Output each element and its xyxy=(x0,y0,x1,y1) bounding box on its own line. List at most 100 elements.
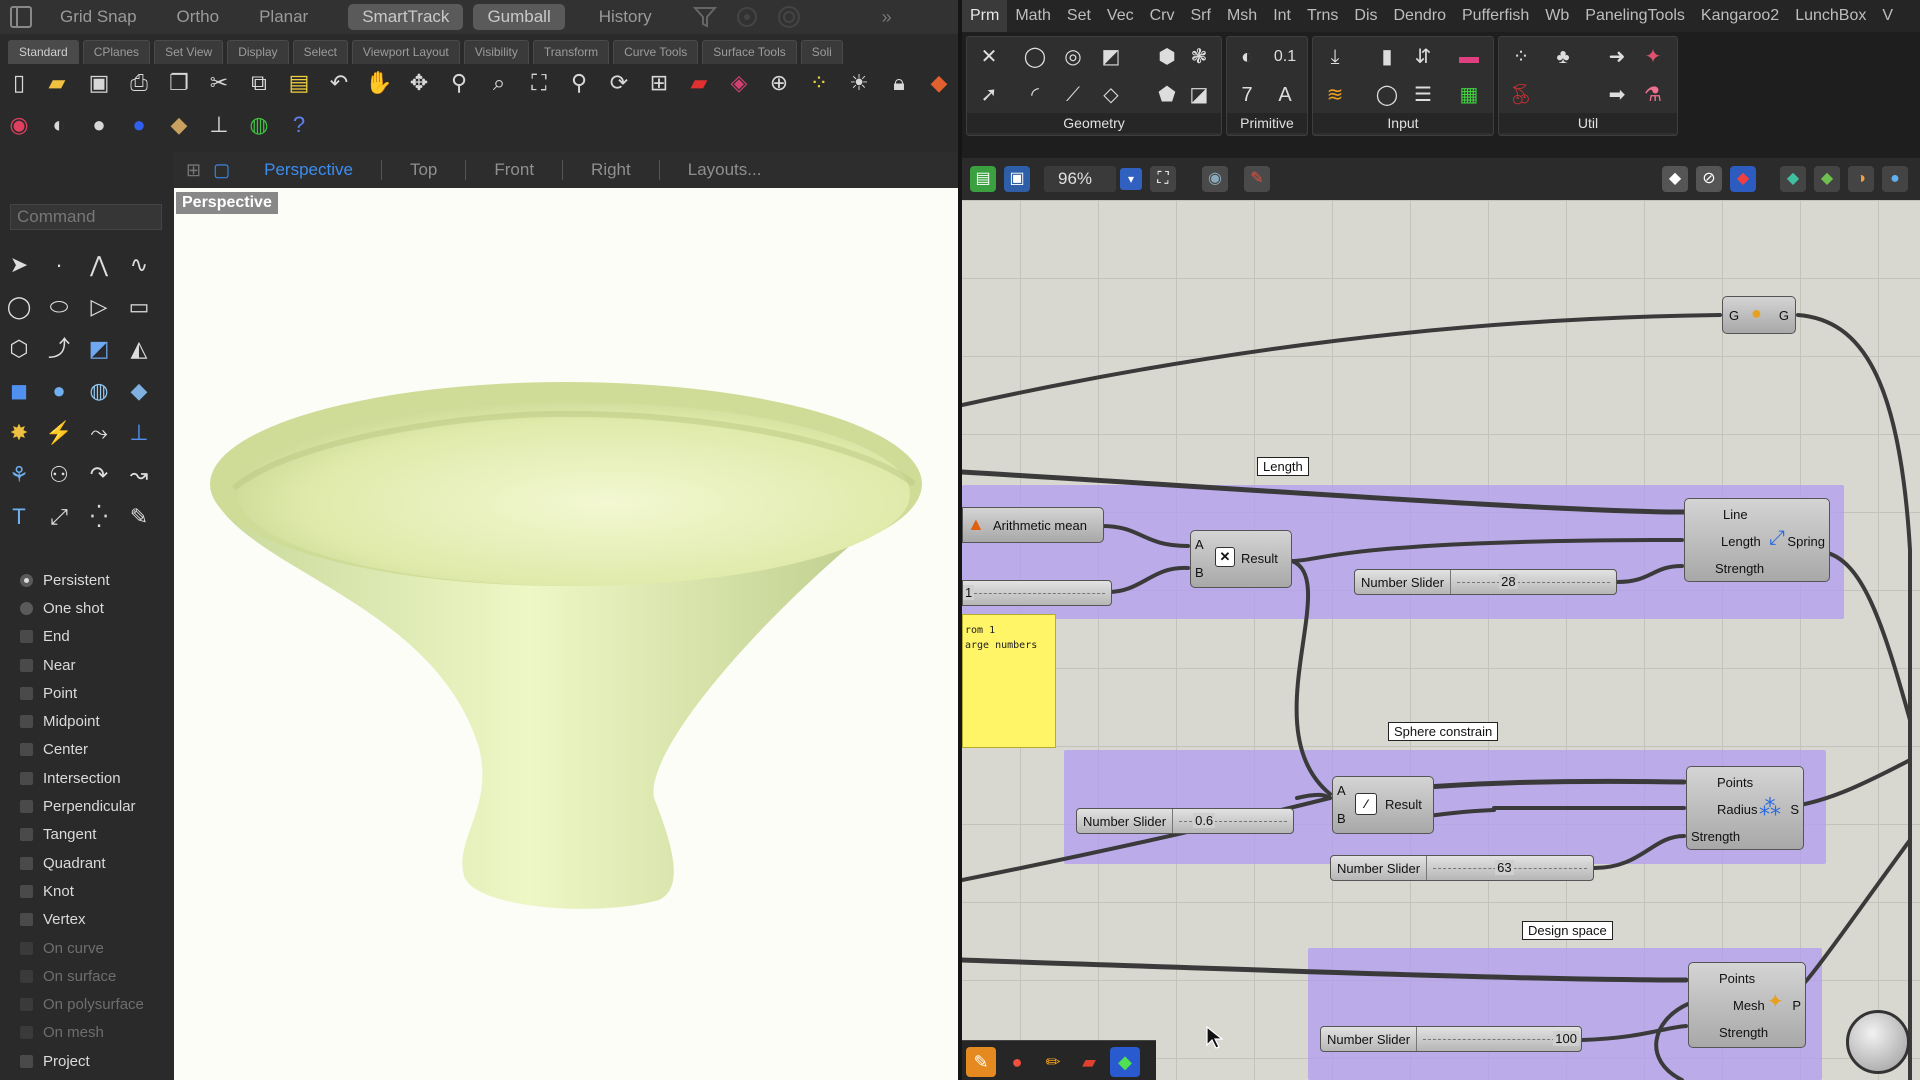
brep-param-icon[interactable]: ⬢ xyxy=(1153,43,1181,71)
viewport-layout-icon[interactable]: ⊞ xyxy=(644,68,674,98)
tab-set-view[interactable]: Set View xyxy=(154,40,224,64)
rotate-view-icon[interactable]: ✥ xyxy=(404,68,434,98)
onmesh-input-mesh[interactable]: Mesh xyxy=(1733,998,1765,1013)
number-param-icon[interactable]: 0.1 xyxy=(1271,43,1299,71)
multiplication-component[interactable]: A B ✕ Result xyxy=(1190,530,1292,588)
panel-toggle-icon[interactable] xyxy=(10,6,32,28)
arc-icon[interactable]: ⬡ xyxy=(4,334,34,364)
toggle-icon[interactable]: ▮ xyxy=(1373,43,1401,71)
value-list-icon[interactable]: ☰ xyxy=(1409,81,1437,109)
osnap-perpendicular[interactable]: Perpendicular xyxy=(20,792,174,820)
osnap-vertex[interactable]: Vertex xyxy=(20,906,174,934)
onmesh-input-points[interactable]: Points xyxy=(1719,971,1755,986)
filter-icon[interactable] xyxy=(692,4,718,30)
paste-icon[interactable]: ▤ xyxy=(284,68,314,98)
vector-param-icon[interactable]: ➚ xyxy=(975,81,1003,109)
flask-icon[interactable]: ⚗ xyxy=(1639,81,1667,109)
smarttrack-toggle[interactable]: SmartTrack xyxy=(348,4,464,30)
zoom-all-icon[interactable]: ⟳ xyxy=(604,68,634,98)
tab-layouts[interactable]: Layouts... xyxy=(660,160,790,180)
osnap-knot[interactable]: Knot xyxy=(20,877,174,905)
tab-lunchbox[interactable]: LunchBox xyxy=(1787,7,1874,25)
preview-shaded-icon[interactable]: ◆ xyxy=(1730,166,1756,192)
pan-hand-icon[interactable]: ✋ xyxy=(364,68,394,98)
ortho-toggle[interactable]: Ortho xyxy=(177,7,220,27)
tab-prm[interactable]: Prm xyxy=(962,0,1008,32)
tab-dis[interactable]: Dis xyxy=(1346,7,1385,25)
save-icon[interactable]: ▣ xyxy=(84,68,114,98)
arithmetic-mean-component[interactable]: ▲ Arithmetic mean xyxy=(962,507,1104,543)
relay-icon[interactable]: ➜ xyxy=(1603,43,1631,71)
surface-param-icon[interactable]: ◩ xyxy=(1097,43,1125,71)
tab-math[interactable]: Math xyxy=(1007,7,1059,25)
knob-icon[interactable]: ◯ xyxy=(1373,81,1401,109)
gh-canvas[interactable]: Length Sphere constrain Design space G ●… xyxy=(962,200,1920,1080)
tab-dendro[interactable]: Dendro xyxy=(1386,7,1454,25)
text-param-icon[interactable]: A xyxy=(1271,81,1299,109)
dimension-icon[interactable]: ⤢ xyxy=(44,502,74,532)
polyline-icon[interactable]: ⋀ xyxy=(84,250,114,280)
tab-vec[interactable]: Vec xyxy=(1099,7,1142,25)
tab-viewport-layout[interactable]: Viewport Layout xyxy=(351,40,460,64)
spring-input-strength[interactable]: Strength xyxy=(1715,561,1764,576)
viewport-maximize-icon[interactable]: ▢ xyxy=(213,160,236,181)
loft-icon[interactable]: ◭ xyxy=(124,334,154,364)
render-icon[interactable]: ◆ xyxy=(164,110,194,140)
ribbon-label-input[interactable]: Input xyxy=(1313,113,1493,133)
preview-wire-icon[interactable]: ◆ xyxy=(1662,166,1688,192)
ribbon-label-geometry[interactable]: Geometry xyxy=(967,113,1221,133)
trim-icon[interactable]: ⤳ xyxy=(84,418,114,448)
group-label-sphere[interactable]: Sphere constrain xyxy=(1388,722,1499,741)
color-wheel-icon[interactable]: ◉ xyxy=(4,110,34,140)
sphere-input-radius[interactable]: Radius xyxy=(1717,802,1757,817)
curve-icon[interactable]: ∿ xyxy=(124,250,154,280)
fillet-icon[interactable]: ⤴ xyxy=(44,334,74,364)
line-param-icon[interactable]: ⟋ xyxy=(1059,81,1087,109)
number-slider-2[interactable]: Number Slider 28 xyxy=(1354,569,1617,595)
copy-icon[interactable]: ⧉ xyxy=(244,68,274,98)
bake-group-icon[interactable]: ◆ xyxy=(1814,166,1840,192)
tab-visibility[interactable]: Visibility xyxy=(463,40,529,64)
arrow-out-icon[interactable]: ➡ xyxy=(1603,81,1631,109)
tab-front[interactable]: Front xyxy=(466,160,564,180)
tab-kangaroo2[interactable]: Kangaroo2 xyxy=(1693,7,1787,25)
integer-param-icon[interactable]: 7 xyxy=(1233,81,1261,109)
tab-v[interactable]: V xyxy=(1874,7,1901,25)
slider-5-track[interactable]: 100 xyxy=(1417,1027,1581,1051)
slider-2-track[interactable]: 28 xyxy=(1451,570,1616,594)
slider-3-track[interactable]: 0.6 xyxy=(1173,809,1293,833)
polygon-icon[interactable]: ▷ xyxy=(84,292,114,322)
grid-snap-toggle[interactable]: Grid Snap xyxy=(60,7,137,27)
offset-icon[interactable]: ↷ xyxy=(84,460,114,490)
number-slider-1[interactable]: 1 xyxy=(962,580,1112,606)
number-slider-5[interactable]: Number Slider 100 xyxy=(1320,1026,1582,1052)
undo-icon[interactable]: ↶ xyxy=(324,68,354,98)
gh-save-icon[interactable]: ▣ xyxy=(1004,166,1030,192)
note-panel[interactable]: rom 1 arge numbers xyxy=(962,614,1056,748)
mesh-param-icon[interactable]: ❃ xyxy=(1185,43,1213,71)
rectangle-icon[interactable]: ▭ xyxy=(124,292,154,322)
zoom-dropdown-icon[interactable]: ▾ xyxy=(1120,168,1142,190)
tab-pufferfish[interactable]: Pufferfish xyxy=(1454,7,1537,25)
cylinder-icon[interactable]: ◍ xyxy=(84,376,114,406)
render-preview-icon[interactable]: ● xyxy=(1882,166,1908,192)
zoom-selected-icon[interactable]: ⚲ xyxy=(564,68,594,98)
zoom-extents-icon[interactable]: ⛶ xyxy=(524,68,554,98)
tab-cplanes[interactable]: CPlanes xyxy=(82,40,151,64)
spring-input-line[interactable]: Line xyxy=(1723,507,1748,522)
osnap-near[interactable]: Near xyxy=(20,651,174,679)
select-arrow-icon[interactable]: ➤ xyxy=(4,250,34,280)
circle-icon[interactable]: ◯ xyxy=(4,292,34,322)
command-input[interactable]: Command xyxy=(10,204,162,230)
light-bulb-icon[interactable]: ☀ xyxy=(844,68,874,98)
tab-transform[interactable]: Transform xyxy=(532,40,610,64)
osnap-project[interactable]: Project xyxy=(20,1047,174,1075)
display-color-icon[interactable]: ◑ xyxy=(1848,166,1874,192)
osnap-persistent[interactable]: Persistent xyxy=(20,566,174,594)
mult-output-result[interactable]: Result xyxy=(1241,551,1278,566)
tab-select[interactable]: Select xyxy=(292,40,348,64)
spring-output[interactable]: Spring xyxy=(1787,534,1825,549)
car-render-icon[interactable]: ▰ xyxy=(684,68,714,98)
points-on-icon[interactable]: ⁘ xyxy=(804,68,834,98)
osnap-end[interactable]: End xyxy=(20,623,174,651)
